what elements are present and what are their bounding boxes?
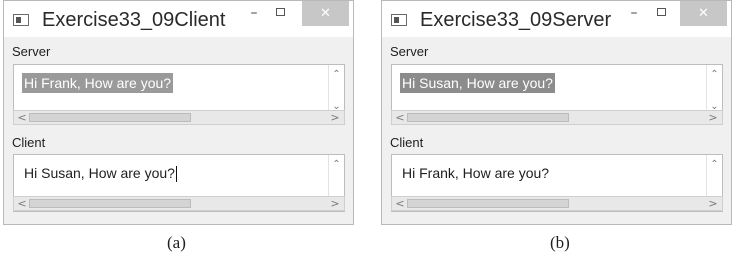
scroll-right-icon[interactable]: > xyxy=(329,111,341,124)
scroll-left-icon[interactable]: < xyxy=(394,111,406,124)
client-label: Client xyxy=(390,135,424,150)
scroll-left-icon[interactable]: < xyxy=(394,197,406,210)
client-window: Exercise33_09Client – ✕ Server Hi Frank,… xyxy=(3,0,354,225)
window-title: Exercise33_09Server xyxy=(420,9,612,31)
horizontal-scrollbar[interactable]: < > xyxy=(13,196,345,211)
maximize-button[interactable] xyxy=(648,1,676,26)
server-message-text[interactable]: Hi Susan, How are you? xyxy=(400,73,555,93)
scroll-right-icon[interactable]: > xyxy=(707,197,719,210)
server-window: Exercise33_09Server – ✕ Server Hi Susan,… xyxy=(381,0,732,225)
close-button[interactable]: ✕ xyxy=(680,1,727,26)
horizontal-scrollbar[interactable]: < > xyxy=(13,110,345,125)
figure-caption-a: (a) xyxy=(167,233,186,252)
scrollbar-thumb[interactable] xyxy=(29,199,191,208)
scroll-right-icon[interactable]: > xyxy=(707,111,719,124)
scroll-up-icon[interactable]: ⌃ xyxy=(329,158,344,172)
close-button[interactable]: ✕ xyxy=(302,1,349,26)
title-bar[interactable]: Exercise33_09Server – ✕ xyxy=(382,1,731,37)
window-title: Exercise33_09Client xyxy=(42,9,226,31)
title-bar[interactable]: Exercise33_09Client – ✕ xyxy=(4,1,353,37)
scroll-up-icon[interactable]: ⌃ xyxy=(707,68,722,82)
app-icon[interactable] xyxy=(391,14,407,26)
scrollbar-thumb[interactable] xyxy=(407,199,569,208)
client-message-value: Hi Susan, How are you? xyxy=(24,165,175,181)
client-label: Client xyxy=(12,135,46,150)
maximize-icon xyxy=(276,8,285,16)
minimize-button[interactable]: – xyxy=(240,1,268,26)
horizontal-scrollbar[interactable]: < > xyxy=(391,196,723,211)
text-caret xyxy=(175,166,177,183)
scroll-left-icon[interactable]: < xyxy=(16,111,28,124)
scroll-up-icon[interactable]: ⌃ xyxy=(329,68,344,82)
figure-caption-b: (b) xyxy=(550,233,570,252)
horizontal-scrollbar[interactable]: < > xyxy=(391,110,723,125)
scrollbar-thumb[interactable] xyxy=(407,113,569,122)
minimize-button[interactable]: – xyxy=(620,1,648,26)
server-label: Server xyxy=(12,44,51,59)
server-label: Server xyxy=(390,44,429,59)
scroll-right-icon[interactable]: > xyxy=(329,197,341,210)
scroll-left-icon[interactable]: < xyxy=(16,197,28,210)
maximize-icon xyxy=(657,8,666,16)
scrollbar-thumb[interactable] xyxy=(29,113,191,122)
client-message-text[interactable]: Hi Frank, How are you? xyxy=(400,163,551,183)
maximize-button[interactable] xyxy=(267,1,295,26)
scroll-up-icon[interactable]: ⌃ xyxy=(707,158,722,172)
client-message-text[interactable]: Hi Susan, How are you? xyxy=(22,163,179,184)
app-icon[interactable] xyxy=(13,14,29,26)
server-message-text[interactable]: Hi Frank, How are you? xyxy=(22,73,174,93)
